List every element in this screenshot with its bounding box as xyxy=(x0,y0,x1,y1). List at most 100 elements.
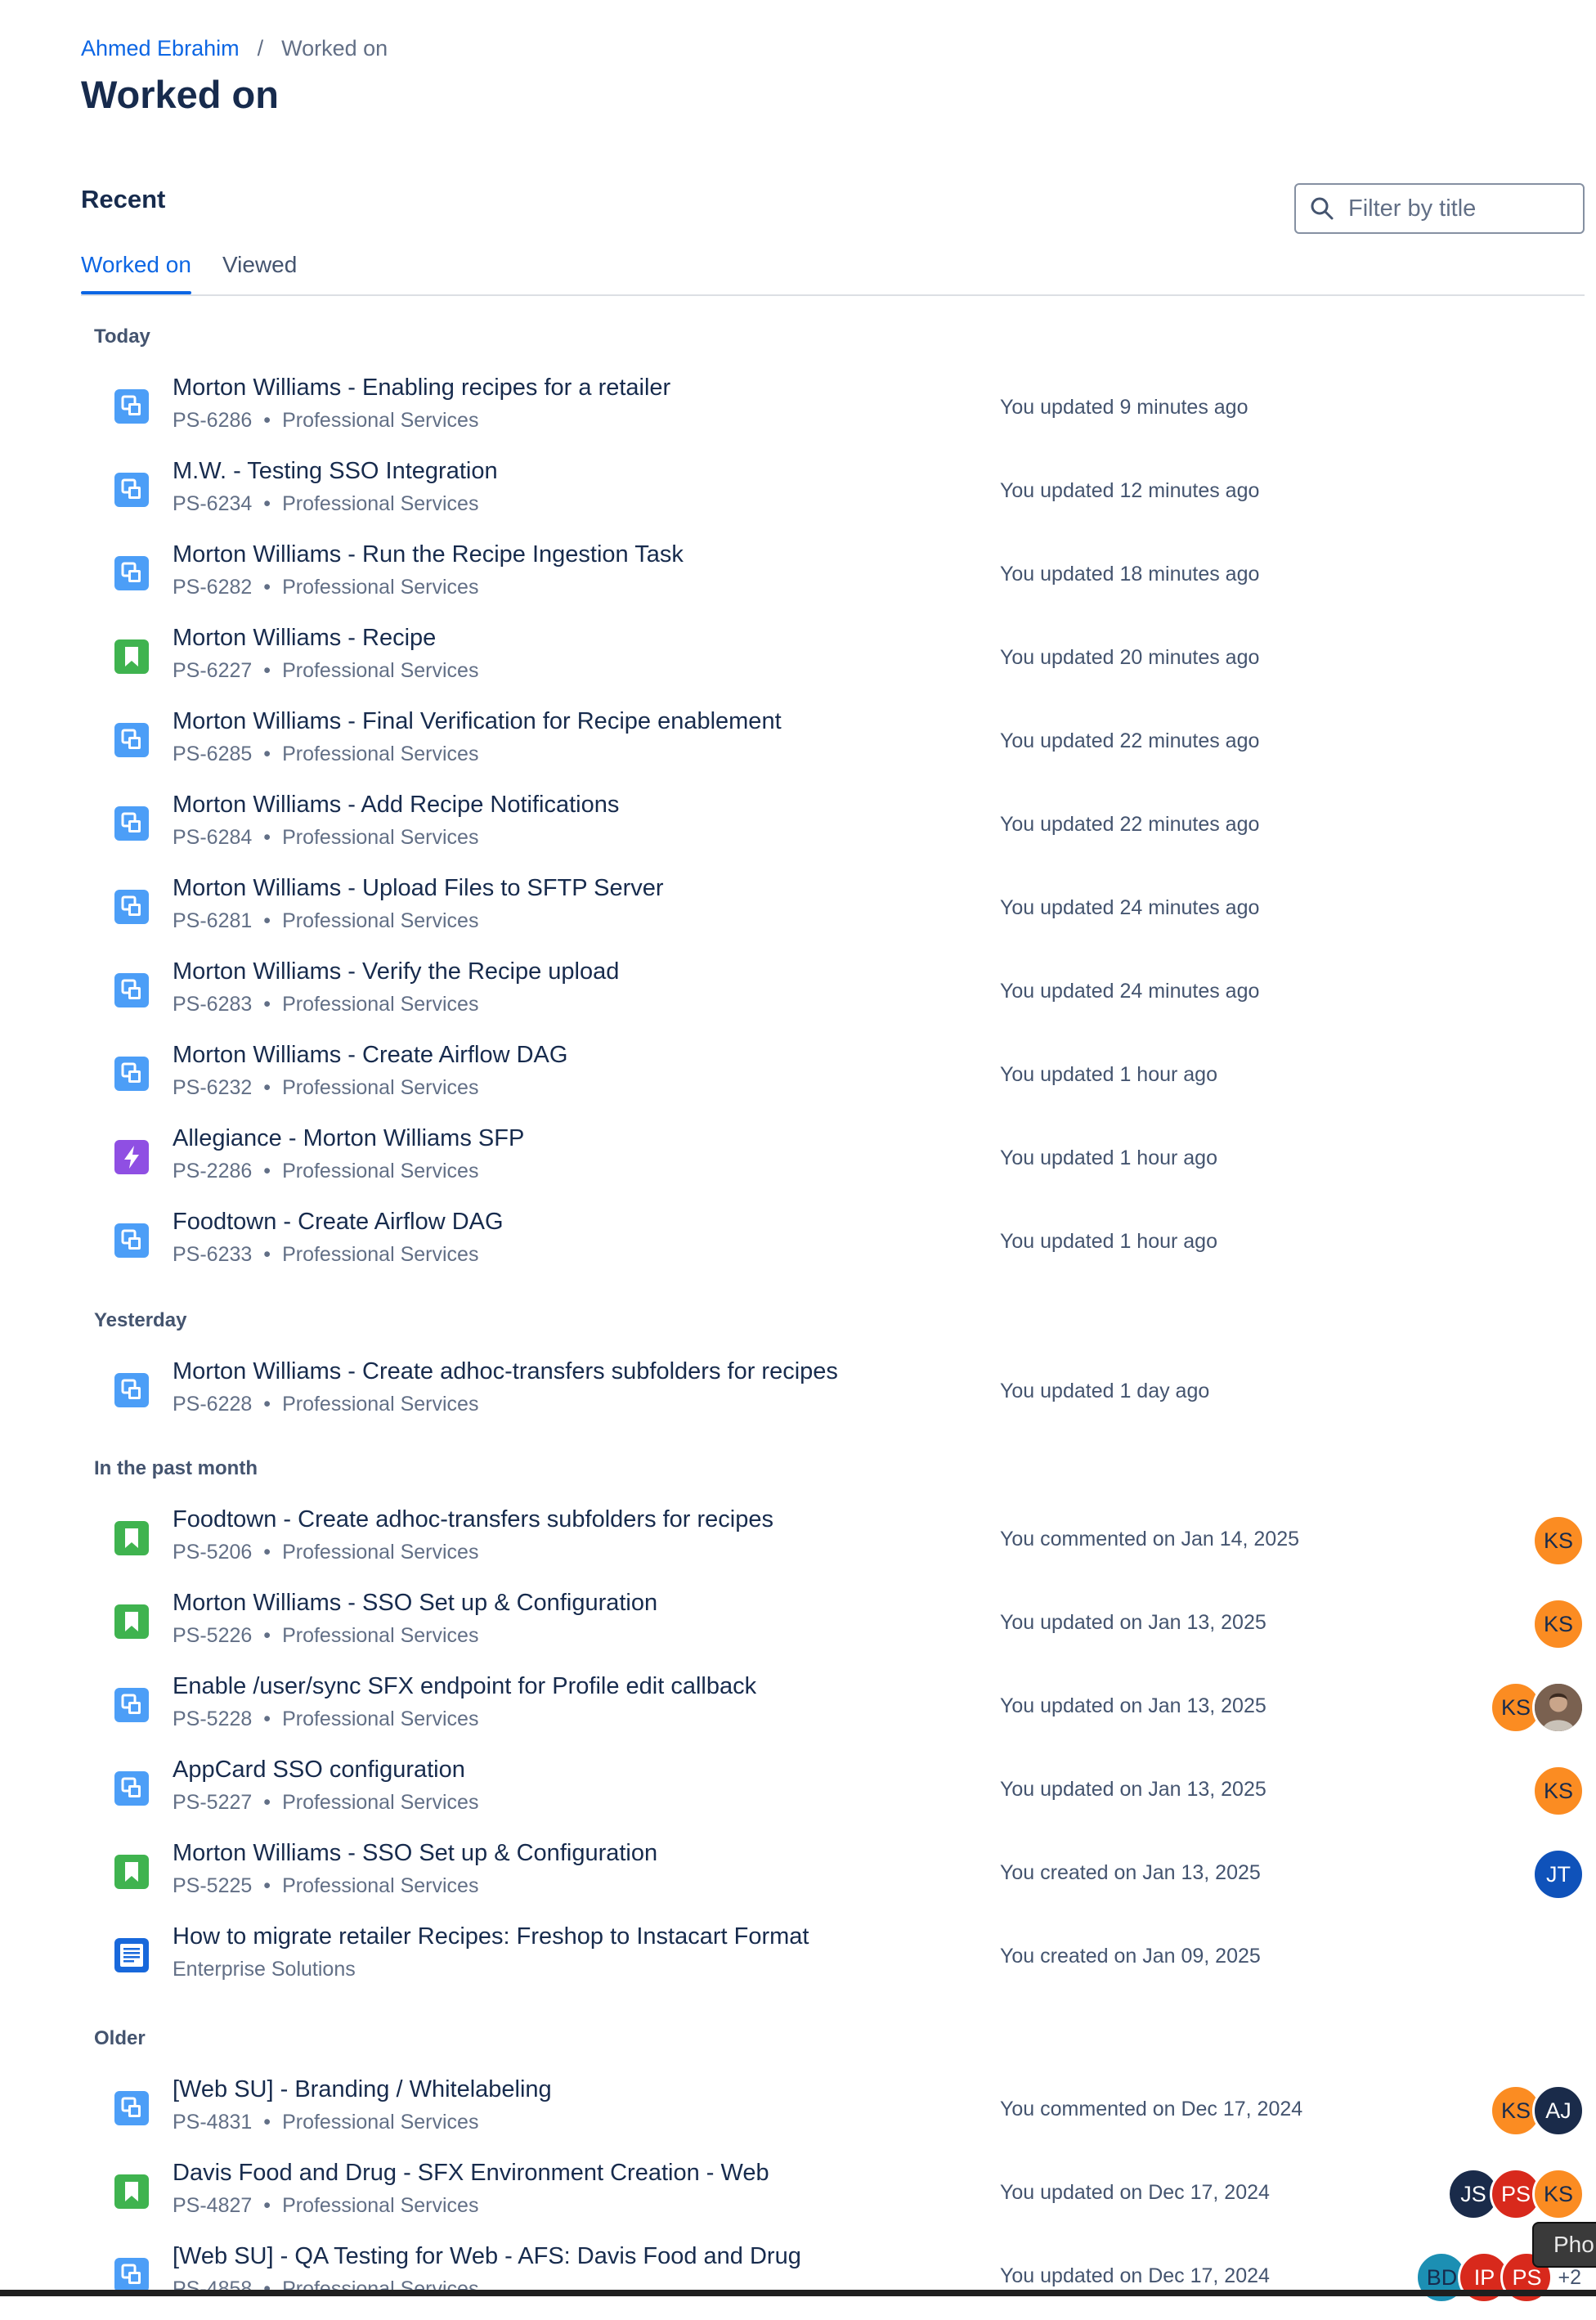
activity-row[interactable]: Allegiance - Morton Williams SFP PS-2286 •… xyxy=(94,1119,1585,1202)
row-title[interactable]: Morton Williams - Upload Files to SFTP S… xyxy=(173,875,664,902)
avatar[interactable]: KS xyxy=(1532,2168,1585,2220)
row-meta: PS-6286 • Professional Services xyxy=(173,409,478,433)
row-title[interactable]: Morton Williams - Verify the Recipe uplo… xyxy=(173,958,619,985)
avatar[interactable]: KS xyxy=(1532,1765,1585,1817)
row-meta: PS-6228 • Professional Services xyxy=(173,1393,478,1416)
meta-separator-dot: • xyxy=(263,492,271,515)
activity-status: You created on Jan 09, 2025 xyxy=(1000,1945,1261,1968)
row-title[interactable]: How to migrate retailer Recipes: Freshop… xyxy=(173,1923,809,1950)
activity-row[interactable]: Morton Williams - Enabling recipes for a… xyxy=(94,368,1585,451)
activity-row[interactable]: Morton Williams - Verify the Recipe uplo… xyxy=(94,952,1585,1035)
space-name: Professional Services xyxy=(282,993,479,1016)
activity-status: You updated on Dec 17, 2024 xyxy=(1000,2264,1270,2287)
space-name: Professional Services xyxy=(282,409,479,432)
task-icon xyxy=(114,556,149,590)
row-title[interactable]: [Web SU] - QA Testing for Web - AFS: Dav… xyxy=(173,2243,801,2270)
issue-key: PS-4831 xyxy=(173,2111,253,2134)
task-icon xyxy=(114,389,149,424)
issue-key: PS-4858 xyxy=(173,2277,253,2300)
activity-status: You updated 12 minutes ago xyxy=(1000,479,1260,502)
group-label: Older xyxy=(94,2027,146,2049)
meta-separator-dot: • xyxy=(263,1624,271,1647)
meta-separator-dot: • xyxy=(263,2194,271,2217)
avatar[interactable]: KS xyxy=(1532,1515,1585,1567)
activity-row[interactable]: Morton Williams - SSO Set up & Configura… xyxy=(94,1583,1585,1667)
row-title[interactable]: Morton Williams - Run the Recipe Ingesti… xyxy=(173,541,684,568)
meta-separator-dot: • xyxy=(263,826,271,849)
row-title[interactable]: Morton Williams - SSO Set up & Configura… xyxy=(173,1590,657,1617)
meta-separator-dot: • xyxy=(263,743,271,765)
row-title[interactable]: Enable /user/sync SFX endpoint for Profi… xyxy=(173,1673,756,1700)
row-title[interactable]: AppCard SSO configuration xyxy=(173,1757,465,1784)
row-meta: PS-5206 • Professional Services xyxy=(173,1541,478,1564)
row-title[interactable]: Foodtown - Create adhoc-transfers subfol… xyxy=(173,1506,773,1533)
issue-key: PS-6227 xyxy=(173,659,253,682)
activity-status: You updated 1 hour ago xyxy=(1000,1063,1217,1086)
activity-row[interactable]: How to migrate retailer Recipes: Freshop… xyxy=(94,1917,1585,2000)
tab-worked-on[interactable]: Worked on xyxy=(81,252,191,294)
activity-row[interactable]: Morton Williams - SSO Set up & Configura… xyxy=(94,1833,1585,1917)
tab-viewed[interactable]: Viewed xyxy=(222,252,297,293)
task-icon xyxy=(114,473,149,507)
filter-by-title-field[interactable] xyxy=(1294,183,1585,234)
activity-row[interactable]: [Web SU] - Branding / Whitelabeling PS-48… xyxy=(94,2070,1585,2153)
row-title[interactable]: Davis Food and Drug - SFX Environment Cr… xyxy=(173,2160,769,2187)
avatar-group: KS xyxy=(1532,1765,1585,1817)
breadcrumb-link-profile[interactable]: Ahmed Ebrahim xyxy=(81,36,240,61)
row-title[interactable]: Morton Williams - Recipe xyxy=(173,625,436,652)
task-icon xyxy=(114,2258,149,2292)
row-title[interactable]: Foodtown - Create Airflow DAG xyxy=(173,1209,504,1236)
more-avatars-count[interactable]: +2 xyxy=(1558,2266,1581,2290)
row-meta: Enterprise Solutions xyxy=(173,1958,356,1981)
row-title[interactable]: Allegiance - Morton Williams SFP xyxy=(173,1125,524,1152)
avatar[interactable]: KS xyxy=(1532,1598,1585,1650)
activity-row[interactable]: Morton Williams - Upload Files to SFTP S… xyxy=(94,868,1585,952)
space-name: Enterprise Solutions xyxy=(173,1958,356,1981)
activity-row[interactable]: [Web SU] - QA Testing for Web - AFS: Dav… xyxy=(94,2237,1585,2320)
meta-separator-dot: • xyxy=(263,659,271,682)
activity-row[interactable]: Morton Williams - Add Recipe Notificatio… xyxy=(94,785,1585,868)
row-title[interactable]: Morton Williams - Create adhoc-transfers… xyxy=(173,1358,838,1385)
activity-row[interactable]: Morton Williams - Create adhoc-transfers… xyxy=(94,1352,1585,1435)
filter-by-title-input[interactable] xyxy=(1347,194,1571,223)
activity-row[interactable]: Morton Williams - Recipe PS-6227 • Professi… xyxy=(94,618,1585,702)
avatar[interactable]: JT xyxy=(1532,1848,1585,1900)
avatar[interactable]: AJ xyxy=(1532,2084,1585,2137)
row-title[interactable]: Morton Williams - Enabling recipes for a… xyxy=(173,375,670,402)
activity-row[interactable]: Morton Williams - Create Airflow DAG PS-6… xyxy=(94,1035,1585,1119)
row-title[interactable]: [Web SU] - Branding / Whitelabeling xyxy=(173,2076,552,2103)
space-name: Professional Services xyxy=(282,2277,479,2300)
row-title[interactable]: Morton Williams - Create Airflow DAG xyxy=(173,1042,567,1069)
activity-row[interactable]: Foodtown - Create adhoc-transfers subfol… xyxy=(94,1500,1585,1583)
activity-row[interactable]: Davis Food and Drug - SFX Environment Cr… xyxy=(94,2153,1585,2237)
row-title[interactable]: Morton Williams - Final Verification for… xyxy=(173,708,782,735)
avatar-photo[interactable] xyxy=(1532,1681,1585,1734)
row-title[interactable]: Morton Williams - Add Recipe Notificatio… xyxy=(173,792,619,819)
activity-row[interactable]: Foodtown - Create Airflow DAG PS-6233 • Pro… xyxy=(94,1202,1585,1286)
row-title[interactable]: M.W. - Testing SSO Integration xyxy=(173,458,498,485)
space-name: Professional Services xyxy=(282,2194,479,2217)
story-icon xyxy=(114,1855,149,1889)
avatar-group: KS xyxy=(1532,1515,1585,1567)
activity-row[interactable]: AppCard SSO configuration PS-5227 • Profess… xyxy=(94,1750,1585,1833)
activity-status: You updated 24 minutes ago xyxy=(1000,980,1260,1003)
activity-status: You commented on Jan 14, 2025 xyxy=(1000,1528,1300,1550)
issue-key: PS-5225 xyxy=(173,1874,253,1897)
task-icon xyxy=(114,1688,149,1722)
activity-row[interactable]: Morton Williams - Run the Recipe Ingesti… xyxy=(94,535,1585,618)
row-meta: PS-5228 • Professional Services xyxy=(173,1707,478,1731)
activity-status: You updated 9 minutes ago xyxy=(1000,396,1249,419)
row-meta: PS-5227 • Professional Services xyxy=(173,1791,478,1815)
space-name: Professional Services xyxy=(282,826,479,849)
space-name: Professional Services xyxy=(282,1874,479,1897)
activity-status: You updated 24 minutes ago xyxy=(1000,896,1260,919)
page-icon xyxy=(114,1938,149,1972)
space-name: Professional Services xyxy=(282,576,479,599)
issue-key: PS-5228 xyxy=(173,1707,253,1730)
epic-icon xyxy=(114,1140,149,1174)
activity-row[interactable]: Morton Williams - Final Verification for… xyxy=(94,702,1585,785)
activity-status: You updated on Jan 13, 2025 xyxy=(1000,1694,1266,1717)
activity-row[interactable]: Enable /user/sync SFX endpoint for Profi… xyxy=(94,1667,1585,1750)
row-title[interactable]: Morton Williams - SSO Set up & Configura… xyxy=(173,1840,657,1867)
activity-row[interactable]: M.W. - Testing SSO Integration PS-6234 • Pr… xyxy=(94,451,1585,535)
